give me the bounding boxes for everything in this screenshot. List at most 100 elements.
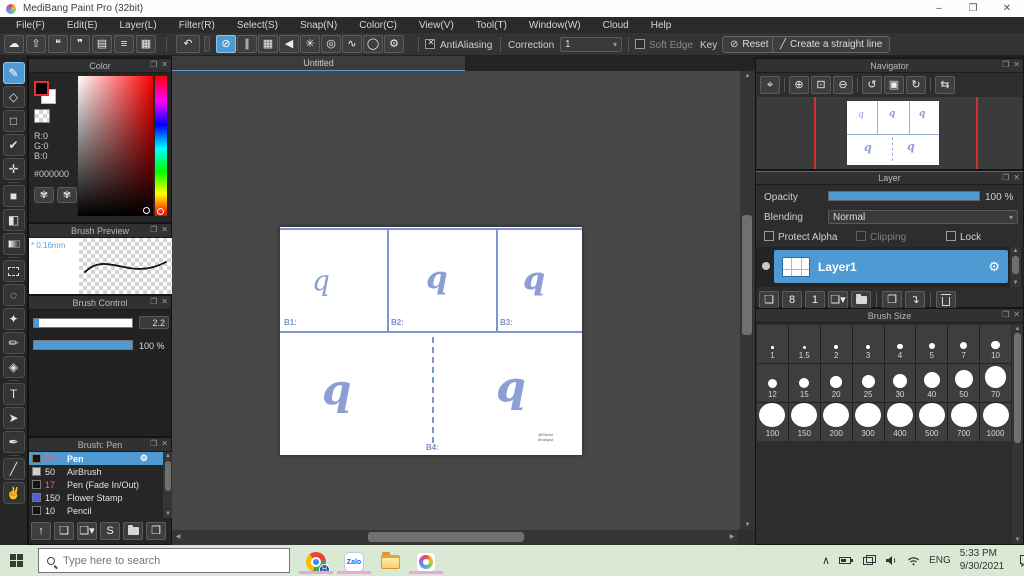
brush-size-cell[interactable]: 10	[980, 325, 1011, 363]
brush-size-cell[interactable]: 4	[884, 325, 916, 363]
brush-size-cell[interactable]: 700	[948, 403, 980, 441]
snap-concentric-icon[interactable]: ◎	[321, 35, 341, 53]
rect-tool[interactable]: □	[2, 110, 25, 132]
add-layer-menu-icon[interactable]: ❏▾	[828, 291, 848, 309]
menu-file[interactable]: File(F)	[6, 20, 55, 31]
grid-pen-icon[interactable]: ▦	[136, 35, 156, 53]
brush-size-cell[interactable]: 50	[948, 364, 980, 402]
navigator-viewport[interactable]: q q q q q	[757, 97, 1022, 169]
duplicate-brush-icon[interactable]: ❐	[146, 522, 166, 540]
menu-cloud[interactable]: Cloud	[593, 20, 639, 31]
brush-size-cell[interactable]: 30	[884, 364, 916, 402]
popup-icon[interactable]: ❐	[1002, 60, 1009, 69]
undo-button[interactable]: ↶	[176, 35, 200, 53]
document-icon[interactable]: ▤	[92, 35, 112, 53]
wifi-icon[interactable]	[907, 556, 920, 566]
menu-filter[interactable]: Filter(R)	[169, 20, 225, 31]
popup-icon[interactable]: ❐	[1002, 310, 1009, 319]
zoom-actual-icon[interactable]: ⌖	[760, 76, 780, 94]
maximize-button[interactable]: ❐	[956, 0, 990, 17]
lasso-tool[interactable]: ◌	[2, 284, 25, 306]
brush-size-cell[interactable]: 200	[820, 403, 852, 441]
close-icon[interactable]: ✕	[1013, 310, 1020, 319]
correction-dropdown[interactable]: 1 ▾	[560, 37, 622, 52]
brush-size-cell[interactable]: 7	[948, 325, 980, 363]
add-brush-menu-icon[interactable]: ❏▾	[77, 522, 97, 540]
reset-rotation-icon[interactable]: ▣	[884, 76, 904, 94]
menu-select[interactable]: Select(S)	[227, 20, 288, 31]
brush-size-cell[interactable]: 300	[852, 403, 884, 441]
brush-size-cell[interactable]: 1000	[980, 403, 1011, 441]
close-button[interactable]: ✕	[990, 0, 1024, 17]
fit-screen-icon[interactable]: ⊡	[811, 76, 831, 94]
brush-list-item[interactable]: 17 Pen (Fade In/Out)	[29, 478, 163, 491]
hand-tool[interactable]: ✌	[2, 482, 25, 504]
gear-icon[interactable]: ⚙	[140, 453, 148, 464]
brush-tool[interactable]: ✎	[2, 62, 25, 84]
menu-help[interactable]: Help	[641, 20, 682, 31]
blending-dropdown[interactable]: Normal ▾	[828, 210, 1018, 224]
snap-grid-icon[interactable]: ▦	[258, 35, 278, 53]
gradient-tool[interactable]	[2, 233, 25, 255]
canvas-vertical-scrollbar[interactable]: ▲ ▼	[740, 71, 755, 530]
text-tool[interactable]: T	[2, 383, 25, 405]
layer-scrollbar[interactable]: ▲ ▼	[1010, 247, 1021, 287]
snap-ellipse-icon[interactable]: ◯	[363, 35, 383, 53]
magic-wand-tool[interactable]: ✦	[2, 308, 25, 330]
document-tab[interactable]: Untitled	[172, 56, 465, 71]
message-icon[interactable]: ❞	[70, 35, 90, 53]
brush-list-item[interactable]: 2.2 Pen ⚙	[29, 452, 163, 465]
speaker-icon[interactable]	[885, 555, 898, 566]
script-brush-icon[interactable]: S	[100, 522, 120, 540]
add-8bit-layer-icon[interactable]: 8	[782, 291, 802, 309]
taskbar-search[interactable]	[38, 548, 290, 573]
windows-update-icon[interactable]	[863, 555, 877, 566]
taskbar-clock[interactable]: 5:33 PM 9/30/2021	[960, 548, 1005, 573]
layer-visibility-dot[interactable]	[762, 262, 770, 270]
eraser-tool[interactable]: ◇	[2, 86, 25, 108]
brush-list-item[interactable]: 50 AirBrush	[29, 465, 163, 478]
palette-add-button[interactable]: ✾	[57, 187, 77, 203]
canvas-horizontal-scrollbar[interactable]: ◀ ▶	[172, 530, 738, 545]
reset-button[interactable]: ⊘ Reset	[722, 36, 777, 53]
brush-size-cell[interactable]: 12	[757, 364, 788, 402]
divide-tool[interactable]: ╱	[2, 458, 25, 480]
lock-checkbox[interactable]	[946, 231, 956, 242]
taskbar-app-zalo[interactable]: Zalo	[336, 550, 372, 574]
rotate-right-icon[interactable]: ↻	[906, 76, 926, 94]
brush-size-cell[interactable]: 2	[820, 325, 852, 363]
select-eraser-tool[interactable]: ◈	[2, 356, 25, 378]
brush-size-cell[interactable]: 500	[916, 403, 948, 441]
fill-rect-tool[interactable]: ■	[2, 185, 25, 207]
dot-tool[interactable]: ✔	[2, 134, 25, 156]
snap-curve-icon[interactable]: ∿	[342, 35, 362, 53]
operation-tool[interactable]: ➤	[2, 407, 25, 429]
brush-size-cell[interactable]: 1.5	[788, 325, 820, 363]
foreground-color-swatch[interactable]	[34, 81, 49, 96]
brush-size-cell[interactable]: 20	[820, 364, 852, 402]
popup-icon[interactable]: ❐	[150, 60, 157, 69]
snap-radial-icon[interactable]: ✳	[300, 35, 320, 53]
add-1bit-layer-icon[interactable]: 1	[805, 291, 825, 309]
taskbar-app-chrome[interactable]: H	[298, 550, 334, 575]
folder-icon[interactable]	[123, 522, 143, 540]
popup-icon[interactable]: ❐	[150, 297, 157, 306]
language-indicator[interactable]: ENG	[929, 555, 951, 566]
brush-size-cell[interactable]: 400	[884, 403, 916, 441]
move-tool[interactable]: ✛	[2, 158, 25, 180]
brush-size-cell[interactable]: 150	[788, 403, 820, 441]
snap-parallel-icon[interactable]: ∥	[237, 35, 257, 53]
soft-edge-checkbox[interactable]	[635, 39, 645, 50]
comment-icon[interactable]: ❝	[48, 35, 68, 53]
popup-icon[interactable]: ❐	[150, 439, 157, 448]
new-brush-icon[interactable]: ❏	[54, 522, 74, 540]
brush-size-slider[interactable]	[33, 318, 133, 328]
brush-size-cell[interactable]: 5	[916, 325, 948, 363]
start-button[interactable]	[10, 554, 23, 567]
brush-size-cell[interactable]: 25	[852, 364, 884, 402]
close-icon[interactable]: ✕	[161, 60, 168, 69]
battery-icon[interactable]	[839, 555, 854, 566]
protect-alpha-checkbox[interactable]	[764, 231, 774, 242]
redo-collapse-handle[interactable]	[204, 36, 210, 52]
tray-chevron-icon[interactable]: ∧	[822, 554, 830, 567]
